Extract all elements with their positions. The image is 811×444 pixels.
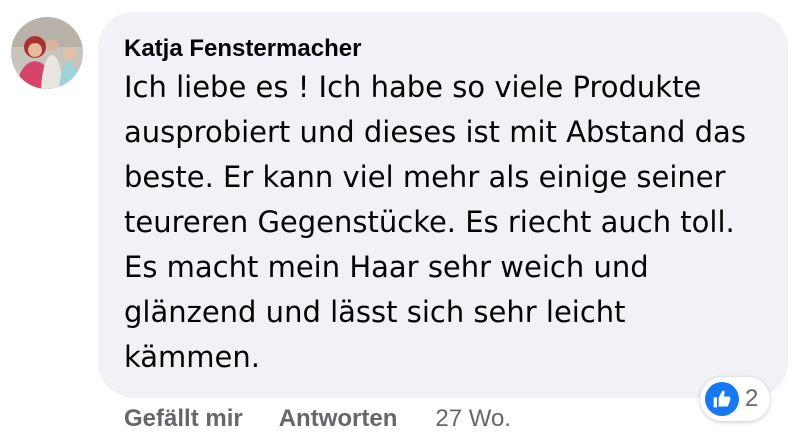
comment-text: Ich liebe es ! Ich habe so viele Produkt… — [124, 70, 746, 374]
avatar-photo — [11, 17, 83, 89]
timestamp[interactable]: 27 Wo. — [435, 405, 511, 433]
avatar[interactable] — [11, 17, 83, 89]
thumbs-up-icon — [705, 382, 739, 416]
comment-actions: Gefällt mir Antworten 27 Wo. — [124, 400, 511, 438]
author-name[interactable]: Katja Fenstermacher — [124, 34, 768, 64]
like-button[interactable]: Gefällt mir — [124, 405, 243, 433]
reaction-summary[interactable]: 2 — [700, 377, 771, 421]
comment-container: Katja Fenstermacher Ich liebe es ! Ich h… — [0, 0, 811, 444]
reaction-count: 2 — [745, 385, 759, 412]
comment-bubble: Katja Fenstermacher Ich liebe es ! Ich h… — [98, 12, 788, 398]
reply-button[interactable]: Antworten — [279, 405, 398, 433]
